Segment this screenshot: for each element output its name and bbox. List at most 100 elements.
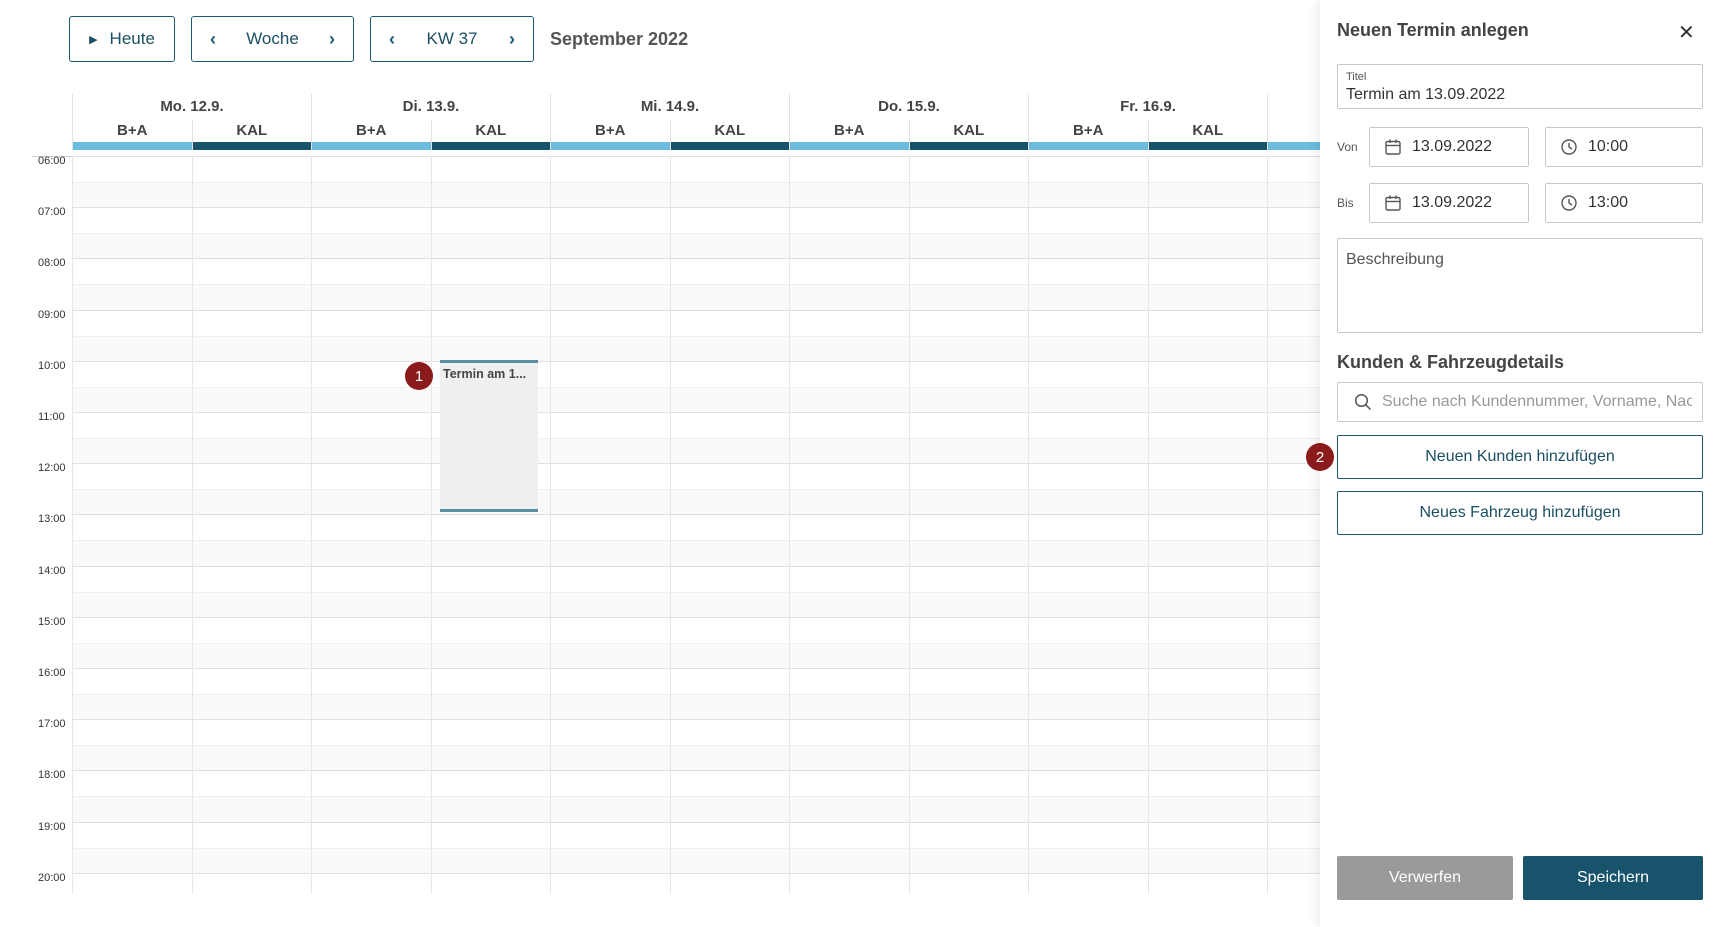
column-divider [191, 156, 193, 894]
customer-search [1337, 382, 1703, 422]
resource-header: B+A [311, 120, 431, 150]
add-vehicle-button[interactable]: Neues Fahrzeug hinzufügen [1337, 491, 1703, 535]
view-label: Woche [246, 29, 299, 48]
panel-title: Neuen Termin anlegen [1337, 20, 1529, 40]
time-label: 18:00 [38, 769, 66, 782]
time-label: 17:00 [38, 718, 66, 731]
half-hour-slot[interactable] [72, 335, 1320, 362]
from-time-field[interactable]: 10:00 [1545, 127, 1703, 167]
month-title: September 2022 [550, 28, 689, 49]
column-divider [72, 156, 73, 894]
calendar-event[interactable]: Termin am 1... [440, 360, 538, 512]
hour-row[interactable] [72, 668, 1320, 720]
hour-row[interactable] [72, 207, 1320, 260]
column-divider [1147, 156, 1149, 894]
close-icon[interactable]: ✕ [1678, 20, 1695, 45]
hour-row[interactable] [72, 258, 1320, 311]
clock-icon [1561, 195, 1577, 211]
resource-header: KAL [430, 120, 550, 150]
to-date-value: 13.09.2022 [1412, 194, 1493, 211]
hour-row[interactable] [72, 821, 1320, 874]
half-hour-slot[interactable] [72, 847, 1320, 874]
resource-row: B+A KAL B+A KAL B+A KAL B+A KAL B+A KAL … [72, 120, 1320, 150]
title-field-value: Termin am 13.09.2022 [1346, 86, 1506, 103]
resource-header: KAL [908, 120, 1028, 150]
search-icon [1354, 393, 1372, 411]
day-header-sat [1267, 94, 1320, 120]
from-time-value: 10:00 [1588, 138, 1629, 155]
time-label: 08:00 [38, 257, 66, 270]
discard-button[interactable]: Verwerfen [1337, 856, 1513, 900]
hour-row[interactable] [72, 872, 1320, 894]
today-button[interactable]: ▶ Heute [69, 16, 175, 62]
resource-header: KAL [1147, 120, 1267, 150]
time-label: 20:00 [38, 871, 66, 884]
half-hour-slot[interactable] [72, 694, 1320, 720]
play-icon: ▶ [89, 33, 98, 46]
hour-row[interactable] [72, 463, 1320, 516]
half-hour-slot[interactable] [72, 233, 1320, 260]
title-field-label: Titel [1346, 71, 1367, 83]
toolbar: ▶ Heute ‹ Woche › ‹ KW 37 › September 20… [69, 16, 688, 62]
to-time-field[interactable]: 13:00 [1545, 183, 1703, 223]
half-hour-slot[interactable] [72, 540, 1320, 567]
today-label: Heute [109, 29, 155, 48]
time-label: 11:00 [38, 411, 65, 423]
column-divider [1267, 156, 1268, 894]
to-date-field[interactable]: 13.09.2022 [1369, 183, 1529, 223]
half-hour-slot[interactable] [72, 489, 1320, 516]
day-header-tue: Di. 13.9. [311, 94, 550, 120]
add-customer-button[interactable]: Neuen Kunden hinzufügen [1337, 435, 1703, 479]
day-header-fri: Fr. 16.9. [1028, 94, 1267, 120]
description-field[interactable]: Beschreibung [1337, 238, 1703, 333]
day-header-mon: Mo. 12.9. [72, 94, 311, 120]
hour-row[interactable] [72, 770, 1320, 823]
to-label: Bis [1337, 196, 1354, 210]
week-calendar: Mo. 12.9. Di. 13.9. Mi. 14.9. Do. 15.9. … [0, 94, 1320, 894]
hour-row[interactable] [72, 360, 1320, 413]
chevron-left-icon[interactable]: ‹ [210, 29, 216, 50]
resource-header: KAL [669, 120, 789, 150]
time-label: 09:00 [38, 308, 66, 321]
half-hour-slot[interactable] [72, 284, 1320, 311]
time-label: 13:00 [38, 513, 66, 526]
half-hour-slot[interactable] [72, 182, 1320, 208]
time-label: 16:00 [38, 667, 66, 679]
resource-header: B+A [1028, 120, 1148, 150]
chevron-right-icon[interactable]: › [329, 29, 335, 50]
hour-row[interactable] [72, 412, 1320, 464]
resource-header: B+A [550, 120, 670, 150]
hour-row[interactable] [72, 616, 1320, 669]
save-button[interactable]: Speichern [1523, 856, 1703, 900]
time-label: 07:00 [38, 206, 66, 219]
prev-week-icon[interactable]: ‹ [389, 29, 395, 50]
column-divider [430, 156, 432, 894]
title-field[interactable]: Titel Termin am 13.09.2022 [1337, 64, 1703, 109]
customer-search-input[interactable] [1382, 393, 1692, 411]
half-hour-slot[interactable] [72, 438, 1320, 464]
half-hour-slot[interactable] [72, 745, 1320, 772]
hour-row[interactable] [72, 565, 1320, 618]
half-hour-slot[interactable] [72, 386, 1320, 413]
time-label: 14:00 [38, 564, 66, 577]
next-week-icon[interactable]: › [509, 29, 515, 50]
hour-row[interactable] [72, 514, 1320, 567]
resource-header: KAL [191, 120, 311, 150]
time-label: 10:00 [38, 359, 66, 372]
hour-row[interactable] [72, 156, 1320, 208]
description-placeholder: Beschreibung [1346, 251, 1444, 268]
to-time-value: 13:00 [1588, 194, 1629, 211]
hour-row[interactable] [72, 719, 1320, 772]
half-hour-slot[interactable] [72, 642, 1320, 669]
event-title: Termin am 1... [443, 367, 527, 381]
resource-header: B [1267, 120, 1320, 150]
time-grid[interactable] [72, 156, 1320, 894]
week-label: KW 37 [426, 29, 478, 48]
half-hour-slot[interactable] [72, 796, 1320, 823]
step-marker-2: 2 [1306, 443, 1334, 471]
hour-row[interactable] [72, 309, 1320, 362]
half-hour-slot[interactable] [72, 591, 1320, 618]
column-divider [550, 156, 551, 894]
customer-section-title: Kunden & Fahrzeugdetails [1337, 352, 1565, 372]
from-date-field[interactable]: 13.09.2022 [1369, 127, 1529, 167]
